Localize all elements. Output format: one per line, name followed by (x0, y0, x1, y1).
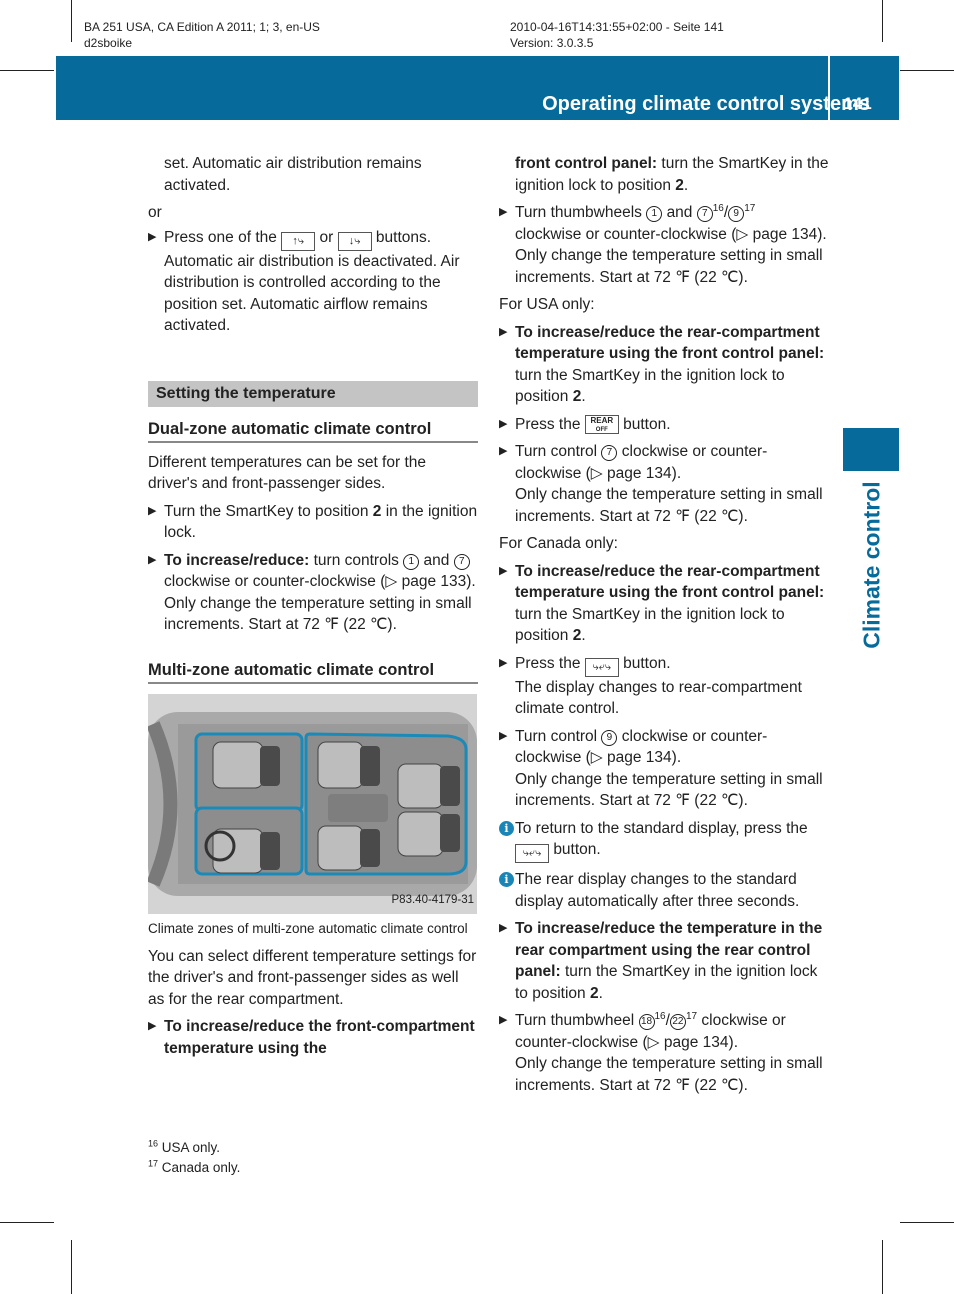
arrow-icon (148, 1016, 156, 1038)
left-column: set. Automatic air distribution remains … (148, 153, 478, 1065)
print-meta-left: BA 251 USA, CA Edition A 2011; 1; 3, en-… (84, 19, 320, 51)
step-smartkey: Turn the SmartKey to position 2 in the i… (148, 501, 478, 544)
arrow-icon (148, 550, 156, 572)
climate-zones-figure: P83.40-4179-31 (148, 693, 477, 914)
control-number-badge: 7 (453, 553, 470, 570)
crop-mark (0, 1222, 54, 1223)
rear-off-button: REAR OFF (584, 414, 619, 434)
page-number: 141 (843, 94, 872, 113)
arrow-icon (499, 561, 507, 583)
figure-caption: Climate zones of multi-zone automatic cl… (148, 920, 468, 936)
or-text: or (148, 204, 162, 221)
arrow-icon (499, 414, 507, 436)
arrow-icon (499, 918, 507, 940)
air-distribution-up-button: ↑⤷ (281, 231, 316, 251)
car-interior-illustration (148, 693, 477, 914)
arrow-icon (499, 202, 507, 224)
step-thumbwheels: Turn thumbwheels 1 and 716/917 clockwise… (499, 202, 831, 288)
air-distribution-down-button: ↓⤷ (337, 231, 372, 251)
arrow-icon (499, 1010, 507, 1032)
control-number-badge: 7 (696, 206, 713, 222)
footnote-ref: 16 (712, 202, 724, 214)
info-note: i To return to the standard display, pre… (499, 818, 831, 863)
edition-info: BA 251 USA, CA Edition A 2011; 1; 3, en-… (84, 20, 320, 34)
subsection-heading-multi: Multi-zone automatic climate control (148, 642, 478, 684)
footnote-ref: 16 (654, 1010, 666, 1022)
step-note: Only change the temperature setting in s… (515, 247, 823, 286)
rear-climate-button: ⤷⤶⤷ (584, 657, 619, 677)
version: Version: 3.0.3.5 (510, 36, 594, 50)
control-number-badge: 1 (646, 206, 663, 222)
crop-mark (882, 1240, 883, 1294)
section-heading: Setting the temperature (148, 380, 478, 407)
step-rear-panel: To increase/reduce the temperature in th… (499, 918, 831, 1004)
step-increase-reduce: To increase/reduce: turn controls 1 and … (148, 550, 478, 636)
info-icon: i (499, 820, 514, 836)
control-number-badge: 9 (601, 729, 618, 746)
info-icon: i (499, 872, 514, 887)
step-usa-rear: To increase/reduce the rear-compartment … (499, 322, 831, 408)
step-rear-thumbwheel: Turn thumbwheel 1816/2217 clockwise or c… (499, 1010, 831, 1096)
arrow-icon (499, 441, 507, 463)
arrow-icon (499, 322, 507, 344)
paragraph: front control panel: turn the SmartKey i… (515, 155, 829, 194)
timestamp: 2010-04-16T14:31:55+02:00 - Seite 141 (510, 20, 724, 34)
info-note: i The rear display changes to the standa… (499, 869, 831, 912)
side-tab-block (843, 428, 899, 471)
arrow-icon (148, 227, 156, 249)
crop-mark (900, 1222, 954, 1223)
step-press-rear-climate: Press the ⤷⤶⤷ button. The display change… (499, 653, 831, 720)
crop-mark (0, 70, 54, 71)
step-note: Only change the temperature setting in s… (515, 1055, 823, 1094)
region-label-canada: For Canada only: (499, 535, 618, 552)
print-meta-right: 2010-04-16T14:31:55+02:00 - Seite 141 Ve… (510, 19, 724, 51)
control-number-badge: 7 (601, 445, 618, 461)
paragraph: set. Automatic air distribution remains … (164, 155, 422, 194)
region-label-usa: For USA only: (499, 296, 595, 313)
control-number-badge: 1 (403, 553, 420, 570)
step-body: Automatic air distribution is deactivate… (164, 252, 460, 335)
crop-mark (882, 0, 883, 42)
page-title: Operating climate control systems (542, 93, 870, 115)
step-turn-control-7: Turn control 7 clockwise or counter-cloc… (499, 441, 831, 527)
step-note: Only change the temperature setting in s… (164, 594, 472, 634)
figure-code: P83.40-4179-31 (391, 894, 474, 906)
step-note: Only change the temperature setting in s… (515, 770, 823, 810)
step-note: Only change the temperature setting in s… (515, 486, 823, 525)
step-turn-control-9: Turn control 9 clockwise or counter-cloc… (499, 726, 831, 812)
step-front-compartment: To increase/reduce the front-compartment… (148, 1016, 478, 1059)
arrow-icon (499, 653, 507, 675)
right-column: front control panel: turn the SmartKey i… (499, 153, 831, 1102)
footnotes: 16 USA only. 17 Canada only. (148, 1138, 240, 1178)
subsection-heading-dual: Dual-zone automatic climate control (148, 407, 478, 443)
footnote: 16 USA only. (148, 1138, 221, 1155)
step-canada-rear: To increase/reduce the rear-compartment … (499, 561, 831, 647)
paragraph: You can select different temperature set… (148, 947, 477, 1008)
side-tab-label: Climate control (858, 481, 885, 649)
control-number-badge: 18 (638, 1014, 655, 1030)
arrow-icon (499, 726, 507, 748)
footnote: 17 Canada only. (148, 1158, 241, 1175)
step-press-rear: Press the REAROFF button. (499, 414, 831, 436)
rear-climate-button: ⤷⤶⤷ (515, 844, 549, 863)
footnote-ref: 17 (744, 202, 756, 214)
arrow-icon (148, 501, 156, 523)
crop-mark (71, 1240, 72, 1294)
step-press-buttons: Press one of the ↑⤷ or ↓⤷ buttons. Autom… (148, 227, 478, 337)
crop-mark (900, 70, 954, 71)
paragraph: Different temperatures can be set for th… (148, 453, 427, 493)
footnote-ref: 17 (685, 1010, 698, 1022)
author-id: d2sboike (84, 36, 133, 50)
control-number-badge: 9 (728, 206, 745, 222)
crop-mark (71, 0, 72, 42)
control-number-badge: 22 (669, 1014, 686, 1030)
